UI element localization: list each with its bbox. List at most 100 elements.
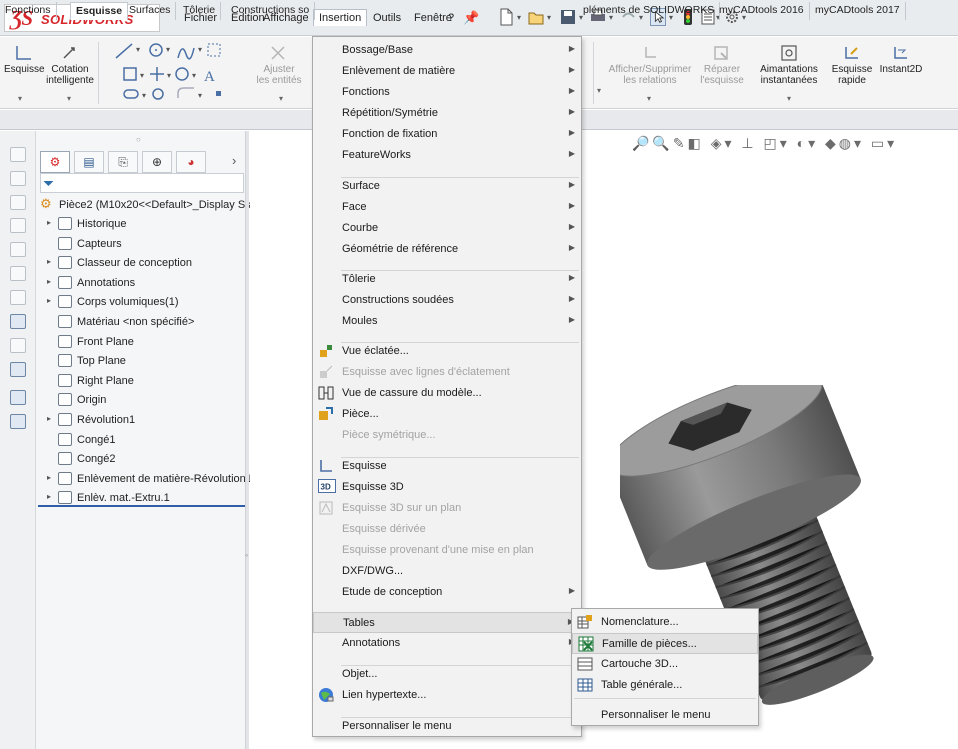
vbar-tool-icon[interactable] [10,362,26,377]
vbar-tool-icon[interactable] [10,338,26,353]
tab-fonctions[interactable]: Fonctions [0,2,57,20]
vbar-tool-icon[interactable] [10,414,26,429]
menu-item-fonction-de-fixation[interactable]: Fonction de fixation ▶ [313,124,581,145]
menu-item-personnaliser-le-menu[interactable]: Personnaliser le menu [313,716,581,737]
vbar-tool-icon[interactable] [10,242,26,257]
vbar-tool-icon[interactable] [10,171,26,186]
menu-item-fonctions[interactable]: Fonctions ▶ [313,82,581,103]
ajuster-dropdown-icon[interactable]: ▾ [279,94,283,103]
tabs-scroll-right-icon[interactable]: › [232,153,236,168]
vbar-tool-icon[interactable] [10,390,26,405]
new-document-icon[interactable] [498,8,514,26]
menu-help[interactable]: ? [448,12,454,24]
menu-item-dxf-dwg[interactable]: DXF/DWG... [313,561,581,582]
menu-item-tolerie[interactable]: Tôlerie ▶ [313,269,581,290]
menu-item-surface[interactable]: Surface ▶ [313,176,581,197]
display-manager-tab-icon[interactable]: ◕ [176,151,206,173]
menu-item-esquisse-3d[interactable]: 3D Esquisse 3D [313,477,581,498]
menu-item-geometrie-de-reference[interactable]: Géométrie de référence ▶ [313,239,581,260]
quick-snaps-button[interactable]: Aimantations instantanées [752,44,826,86]
vbar-tool-icon[interactable] [10,218,26,233]
menu-item-annotations[interactable]: Annotations▶ [313,633,581,654]
esquisse-dropdown-icon[interactable]: ▾ [18,94,22,103]
menu-item-objet[interactable]: Objet... [313,664,581,685]
tab-mycadtools-2016[interactable]: myCADtools 2016 [714,2,810,20]
submenu-item-table-generale[interactable]: Table générale... [572,675,758,696]
menu-item-bossage-base[interactable]: Bossage/Base ▶ [313,40,581,61]
submenu-item-cartouche-3d[interactable]: Cartouche 3D... [572,654,758,675]
menu-item-vue-eclatee[interactable]: Vue éclatée... [313,341,581,362]
expand-arrow-icon[interactable]: ▸ [47,492,51,501]
panel-splitter[interactable] [245,131,249,749]
feature-tree-tab-icon[interactable]: ⚙ [40,151,70,173]
sketch-tools-grid-icon[interactable]: ▾ ▾ ▾ ▾ ▾ ▾ A ▾ ▾ [112,40,242,104]
heads-up-view-toolbar[interactable]: 🔎🔍✎◧ ◈▾ ⊥ ◰▾ ◐▾ ◆◍▾ ▭▾ [632,135,958,155]
menu-item-moules[interactable]: Moules ▶ [313,311,581,332]
rollback-bar[interactable] [38,505,246,507]
menu-item-esquisse[interactable]: Esquisse [313,456,581,477]
rapid-sketch-button[interactable]: Esquisse rapide [830,44,874,86]
menu-fenetre[interactable]: Fenêtre [414,12,452,24]
tab-complements-solidworks[interactable]: pléments de SOLIDWORKS [578,2,721,20]
menu-item-tables[interactable]: Tables▶ [313,612,581,633]
ribbon-group-dropdown-icon[interactable]: ▾ [597,86,601,95]
menu-insertion[interactable]: Insertion [313,9,368,26]
menu-item-featureworks[interactable]: FeatureWorks ▶ [313,145,581,166]
property-manager-tab-icon[interactable]: ▤ [74,151,104,173]
open-dropdown-icon[interactable]: ▾ [547,13,551,22]
menu-item-repetition-symetrie[interactable]: Répétition/Symétrie ▶ [313,103,581,124]
expand-arrow-icon[interactable]: ▸ [47,296,51,305]
save-icon[interactable] [560,8,576,26]
vbar-tool-icon[interactable] [10,266,26,281]
expand-arrow-icon[interactable]: ▸ [47,257,51,266]
dimxpert-tab-icon[interactable]: ⊕ [142,151,172,173]
relations-dropdown-icon[interactable]: ▾ [647,94,651,103]
repair-sketch-button[interactable]: Réparer l'esquisse [700,44,744,86]
menu-item-vue-de-cassure-du-modele[interactable]: Vue de cassure du modèle... [313,383,581,404]
panel-collapse-handle-icon[interactable]: ○ [136,135,141,144]
menu-item-esquisse-provenant-d-une-mise-en-plan[interactable]: Esquisse provenant d'une mise en plan [313,540,581,561]
snaps-dropdown-icon[interactable]: ▾ [787,94,791,103]
tab-constructions-soudees[interactable]: Constructions so [226,2,316,20]
cotation-dropdown-icon[interactable]: ▾ [67,94,71,103]
pin-menu-icon[interactable]: 📌 [463,10,479,26]
submenu-item-famille-de-pieces[interactable]: Famille de pièces... [572,633,758,654]
menu-item-piece-symetrique[interactable]: Pièce symétrique... [313,425,581,446]
vbar-tool-icon[interactable] [10,290,26,305]
submenu-item-personnaliser-le-menu[interactable]: Personnaliser le menu [572,705,758,726]
menu-item-enlevement-de-matiere[interactable]: Enlèvement de matière ▶ [313,61,581,82]
vbar-tool-icon[interactable] [10,147,26,162]
esquisse-button[interactable]: Esquisse [4,44,45,75]
open-document-icon[interactable] [528,8,544,26]
trim-entities-button[interactable]: Ajuster les entités [256,44,302,86]
menu-item-etude-de-conception[interactable]: Etude de conception ▶ [313,582,581,603]
menu-item-face[interactable]: Face ▶ [313,197,581,218]
smart-dimension-button[interactable]: Cotation intelligente [44,44,96,86]
menu-item-lien-hypertexte[interactable]: Lien hypertexte... [313,685,581,706]
expand-arrow-icon[interactable]: ▸ [47,218,51,227]
menu-item-courbe[interactable]: Courbe ▶ [313,218,581,239]
vbar-tool-icon[interactable] [10,195,26,210]
expand-arrow-icon[interactable]: ▸ [47,414,51,423]
expand-arrow-icon[interactable]: ▸ [47,473,51,482]
configuration-manager-tab-icon[interactable]: ⎘ [108,151,138,173]
tab-esquisse[interactable]: Esquisse [70,2,129,20]
menu-item-piece[interactable]: Pièce... [313,404,581,425]
menu-outils[interactable]: Outils [373,12,401,24]
tab-mycadtools-2017[interactable]: myCADtools 2017 [810,2,906,20]
menu-item-constructions-soudees[interactable]: Constructions soudées ▶ [313,290,581,311]
instant2d-button[interactable]: Instant2D [876,44,926,75]
submenu-item-nomenclature[interactable]: Nomenclature... [572,612,758,633]
tab-surfaces[interactable]: Surfaces [124,2,177,20]
expand-arrow-icon[interactable]: ▸ [47,277,51,286]
tab-tolerie[interactable]: Tôlerie [178,2,222,20]
vbar-tool-icon[interactable] [10,314,26,329]
feature-icon [58,491,72,505]
display-delete-relations-button[interactable]: Afficher/Supprimer les relations [604,44,696,86]
new-dropdown-icon[interactable]: ▾ [517,13,521,22]
menu-item-esquisse-derivee[interactable]: Esquisse dérivée [313,519,581,540]
splitter-grip-icon[interactable]: ◦ [245,550,248,560]
menu-item-esquisse-3d-sur-un-plan[interactable]: Esquisse 3D sur un plan [313,498,581,519]
feature-tree-filter[interactable]: ⏷ [40,173,244,193]
menu-item-esquisse-avec-lignes-d-eclatement[interactable]: Esquisse avec lignes d'éclatement [313,362,581,383]
